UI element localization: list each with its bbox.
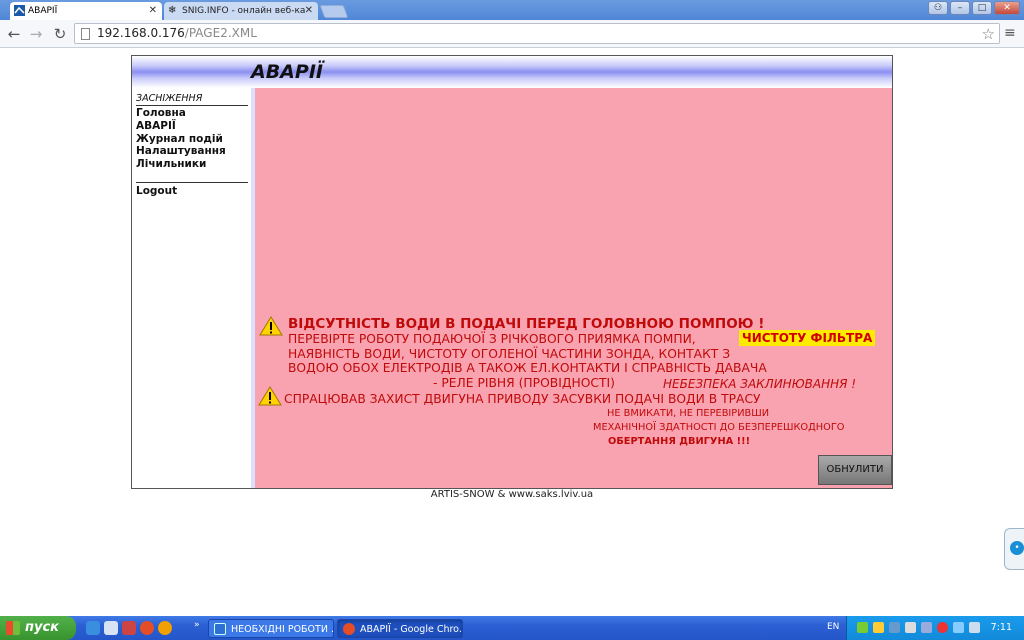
language-indicator[interactable]: EN	[827, 622, 839, 632]
menu-icon[interactable]: ≡	[1004, 25, 1018, 41]
sidebar-nav: Головна АВАРІЇ Журнал подій Налаштування…	[136, 107, 226, 171]
address-bar[interactable]: 192.168.0.176/PAGE2.XML ☆	[74, 23, 1000, 44]
alarm1-line3: ВОДОЮ ОБОХ ЕЛЕКТРОДІВ А ТАКОЖ ЕЛ.КОНТАКТ…	[288, 361, 767, 375]
task-label: АВАРІЇ - Google Chro...	[360, 624, 463, 635]
alarm1-line4: - РЕЛЕ РІВНЯ (ПРОВІДНОСТІ)	[433, 376, 615, 390]
alarm2-line1: НЕ ВМИКАТИ, НЕ ПЕРЕВІРИВШИ	[607, 408, 770, 419]
snowflake-icon: ❄	[168, 5, 177, 16]
url-host: 192.168.0.176	[97, 26, 185, 40]
back-arrow-icon[interactable]: ←	[4, 24, 24, 44]
task-label: НЕОБХІДНІ РОБОТИ ...	[231, 624, 334, 635]
windows-logo-icon	[6, 621, 20, 635]
chat-icon: •	[1010, 541, 1024, 555]
sidebar-item-alarms[interactable]: АВАРІЇ	[136, 120, 226, 133]
sidebar-subheading: ЗАСНІЖЕННЯ	[136, 93, 248, 106]
tray-icon[interactable]	[937, 622, 948, 633]
tab-snig-info[interactable]: ❄ SNIG.INFO - онлайн веб-ка ✕	[164, 2, 318, 20]
tab-label: SNIG.INFO - онлайн веб-ка	[182, 6, 306, 16]
site-favicon-icon	[14, 5, 25, 16]
sidebar-item-home[interactable]: Головна	[136, 107, 226, 120]
alarm1-danger: НЕБЕЗПЕКА ЗАКЛИНЮВАННЯ !	[663, 377, 857, 391]
taskbar-task[interactable]: АВАРІЇ - Google Chro...	[337, 619, 463, 638]
start-button[interactable]: пуск	[0, 616, 76, 640]
tab-close-icon[interactable]: ✕	[149, 2, 157, 20]
tab-close-icon[interactable]: ✕	[305, 2, 313, 20]
app-icon[interactable]	[158, 621, 172, 635]
browser-toolbar: ← → ↻ 192.168.0.176/PAGE2.XML ☆ ≡	[0, 20, 1024, 48]
bookmark-star-icon[interactable]: ☆	[982, 25, 995, 43]
sidebar-item-settings[interactable]: Налаштування	[136, 145, 226, 158]
ie-icon[interactable]	[86, 621, 100, 635]
logout-link[interactable]: Logout	[136, 185, 177, 197]
taskbar-task[interactable]: НЕОБХІДНІ РОБОТИ ...	[208, 619, 334, 638]
chrome-icon[interactable]	[140, 621, 154, 635]
forward-arrow-icon[interactable]: →	[26, 24, 46, 44]
user-icon[interactable]: ⚇	[928, 1, 948, 15]
tab-avarii[interactable]: АВАРІЇ ✕	[10, 2, 162, 20]
filter-highlight: ЧИСТОТУ ФІЛЬТРА	[739, 330, 876, 346]
page-title: АВАРІЇ	[251, 61, 323, 83]
minimize-button[interactable]: –	[950, 1, 970, 15]
alarm2-line2: МЕХАНІЧНОЇ ЗДАТНОСТІ ДО БЕЗПЕРЕШКОДНОГО	[593, 422, 845, 433]
alarm1-title: ВІДСУТНІСТЬ ВОДИ В ПОДАЧІ ПЕРЕД ГОЛОВНОЮ…	[288, 316, 765, 332]
browser-tab-strip: АВАРІЇ ✕ ❄ SNIG.INFO - онлайн веб-ка ✕ ⚇…	[0, 0, 1024, 20]
close-window-button[interactable]: ✕	[994, 1, 1020, 15]
tray-icon[interactable]	[873, 622, 884, 633]
clock: 7:11	[990, 622, 1012, 633]
page-icon	[81, 28, 90, 40]
reset-button[interactable]: ОБНУЛИТИ	[818, 455, 892, 485]
new-tab-button[interactable]	[319, 5, 349, 18]
tray-icon[interactable]	[857, 622, 868, 633]
sidebar-item-event-log[interactable]: Журнал подій	[136, 133, 226, 146]
tab-label: АВАРІЇ	[28, 6, 58, 16]
alarm-panel: ВІДСУТНІСТЬ ВОДИ В ПОДАЧІ ПЕРЕД ГОЛОВНОЮ…	[251, 88, 892, 488]
screen: АВАРІЇ ✕ ❄ SNIG.INFO - онлайн веб-ка ✕ ⚇…	[0, 0, 1024, 640]
start-label: пуск	[25, 620, 59, 635]
warning-icon	[258, 386, 282, 406]
reload-icon[interactable]: ↻	[50, 24, 70, 44]
tray-icon[interactable]	[921, 622, 932, 633]
system-tray: 7:11	[846, 616, 1024, 640]
show-desktop-icon[interactable]	[104, 621, 118, 635]
app-icon[interactable]	[122, 621, 136, 635]
document-icon	[214, 623, 226, 635]
sidebar: ЗАСНІЖЕННЯ Головна АВАРІЇ Журнал подій Н…	[132, 88, 251, 488]
volume-icon[interactable]	[969, 622, 980, 633]
alarm1-line2: НАЯВНІСТЬ ВОДИ, ЧИСТОТУ ОГОЛЕНОЇ ЧАСТИНИ…	[288, 347, 731, 361]
side-widget[interactable]: •	[1004, 528, 1024, 570]
page-frame: АВАРІЇ ЗАСНІЖЕННЯ Головна АВАРІЇ Журнал …	[131, 55, 893, 489]
chrome-icon	[343, 623, 355, 635]
url-text: 192.168.0.176/PAGE2.XML	[97, 26, 257, 40]
url-path: /PAGE2.XML	[184, 26, 257, 40]
page-footer: ARTIS-SNOW & www.saks.lviv.ua	[430, 489, 594, 500]
alarm2-title: СПРАЦЮВАВ ЗАХИСТ ДВИГУНА ПРИВОДУ ЗАСУВКИ…	[284, 392, 761, 406]
taskbar: пуск » НЕОБХІДНІ РОБОТИ ... АВАРІЇ - Goo…	[0, 616, 1024, 640]
window-controls: ⚇ – □ ✕	[928, 1, 1020, 17]
tray-icon[interactable]	[905, 622, 916, 633]
page-header: АВАРІЇ	[132, 56, 892, 88]
sidebar-divider	[136, 182, 248, 183]
warning-icon	[259, 316, 283, 336]
alarm2-line3: ОБЕРТАННЯ ДВИГУНА !!!	[608, 436, 751, 447]
tray-icon[interactable]	[953, 622, 964, 633]
sidebar-item-counters[interactable]: Лічильники	[136, 158, 226, 171]
tray-icon[interactable]	[889, 622, 900, 633]
chevron-right-icon[interactable]: »	[194, 620, 200, 630]
alarm1-line1: ПЕРЕВІРТЕ РОБОТУ ПОДАЮЧОЇ З РІЧКОВОГО ПР…	[288, 332, 696, 346]
maximize-button[interactable]: □	[972, 1, 992, 15]
